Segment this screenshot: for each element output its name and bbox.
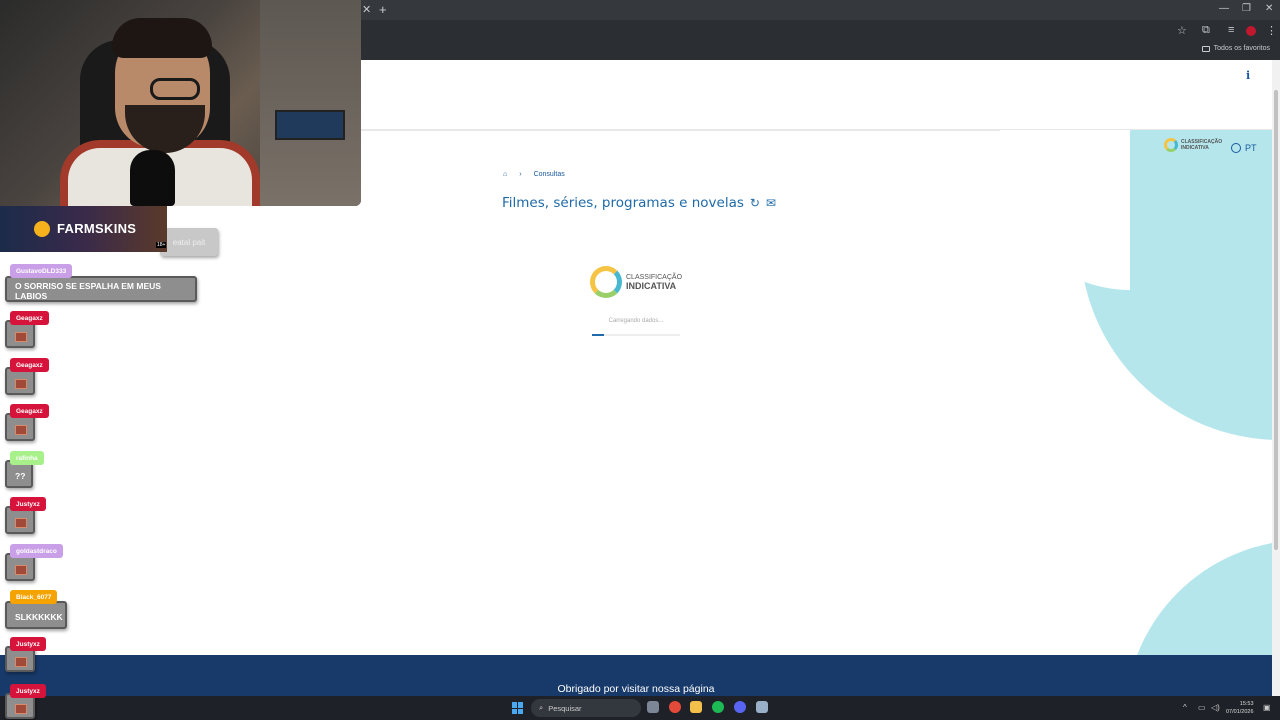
- folder-icon: [1201, 45, 1210, 52]
- emote-icon: [15, 518, 27, 528]
- emote-icon: [15, 379, 27, 389]
- emote-icon: [15, 332, 27, 342]
- chat-username: Geagaxz: [10, 311, 49, 325]
- chevron-right-icon: ›: [519, 171, 522, 178]
- webcam-overlay: [0, 0, 361, 206]
- chat-username: Justyxz: [10, 637, 46, 651]
- chat-message-text: ??: [15, 471, 26, 481]
- taskbar-search[interactable]: ⌕ Pesquisar: [531, 699, 641, 717]
- discord-icon[interactable]: [734, 701, 746, 713]
- chat-message: O SORRISO SE ESPALHA EM MEUS LABIOS: [5, 276, 197, 302]
- logo-small-text: CLASSIFICAÇÃO INDICATIVA: [1181, 139, 1223, 151]
- scrollbar-thumb[interactable]: [1274, 90, 1278, 550]
- task-view-icon[interactable]: [647, 701, 659, 713]
- profile-avatar[interactable]: [1246, 26, 1256, 36]
- page-title: Filmes, séries, programas e novelas: [502, 195, 744, 211]
- partial-chat-message: eatal pait: [160, 228, 218, 256]
- decorative-blob-cut: [1000, 130, 1130, 290]
- refresh-icon[interactable]: ↻: [750, 196, 760, 210]
- chat-message-text: O SORRISO SE ESPALHA EM MEUS LABIOS: [15, 281, 161, 301]
- windows-start-icon[interactable]: [512, 702, 524, 714]
- classificacao-logo-small[interactable]: CLASSIFICAÇÃO INDICATIVA: [1164, 138, 1222, 152]
- network-icon[interactable]: ▭: [1198, 703, 1206, 712]
- chat-message: SLKKKKKK: [5, 601, 67, 629]
- emote-icon: [15, 425, 27, 435]
- menu-icon[interactable]: ⋮: [1266, 24, 1277, 37]
- age-badge: 18+: [156, 242, 167, 248]
- page-footer: Obrigado por visitar nossa página: [0, 655, 1272, 696]
- logo-ring-icon: [1164, 138, 1178, 152]
- webcam-hair: [112, 18, 212, 58]
- taskbar-search-label: Pesquisar: [548, 703, 582, 713]
- loading-progress-bar: [592, 334, 680, 336]
- close-window-icon[interactable]: ✕: [1265, 3, 1273, 14]
- bookmark-star-icon[interactable]: ☆: [1177, 24, 1187, 37]
- notification-icon[interactable]: ▣: [1263, 703, 1271, 712]
- microphone-icon: [130, 150, 175, 206]
- tray-chevron-icon[interactable]: ^: [1183, 703, 1187, 712]
- footer-text: Obrigado por visitar nossa página: [557, 683, 715, 695]
- home-icon[interactable]: ⌂: [503, 171, 507, 178]
- progress-fill: [592, 334, 605, 336]
- all-bookmarks-folder[interactable]: Todos os favoritos: [1201, 45, 1270, 52]
- chat-username: Geagaxz: [10, 358, 49, 372]
- webcam-background: [260, 0, 361, 206]
- banner-text: FARMSKINS: [57, 221, 137, 236]
- logo-ring-icon: [590, 266, 622, 298]
- chat-username: Black_6077: [10, 590, 58, 604]
- breadcrumb: ⌂ › Consultas: [503, 171, 565, 178]
- info-icon[interactable]: i: [1246, 69, 1250, 82]
- chat-username: Justyxz: [10, 497, 46, 511]
- webcam-monitor: [275, 110, 345, 140]
- search-icon: ⌕: [539, 703, 544, 712]
- chat-message-text: SLKKKKKK: [15, 612, 63, 622]
- emote-icon: [15, 657, 27, 667]
- minimize-icon[interactable]: —: [1219, 3, 1229, 14]
- title-row: Filmes, séries, programas e novelas ↻ ✉: [502, 195, 776, 211]
- volume-icon[interactable]: ◁): [1211, 703, 1220, 712]
- file-explorer-icon[interactable]: [690, 701, 702, 713]
- extensions-icon[interactable]: ⧉: [1202, 24, 1210, 37]
- emote-icon: [15, 704, 27, 714]
- language-selector[interactable]: PT: [1231, 143, 1257, 153]
- globe-icon: [1231, 143, 1241, 153]
- emote-icon: [15, 565, 27, 575]
- loading-text: Carregando dados...: [608, 318, 664, 324]
- notepad-icon[interactable]: [756, 701, 768, 713]
- farmskins-logo-icon: [34, 221, 50, 237]
- clock-date: 07/01/2026: [1226, 709, 1254, 715]
- chrome-icon[interactable]: [669, 701, 681, 713]
- clock-time: 15:53: [1239, 701, 1254, 707]
- chat-username: rafinha: [10, 451, 44, 465]
- restore-icon[interactable]: ❐: [1242, 3, 1251, 14]
- logo-text: CLASSIFICAÇÃO INDICATIVA: [626, 273, 683, 291]
- chat-username: GustavoDLD333: [10, 264, 73, 278]
- chat-username: Justyxz: [10, 684, 46, 698]
- chat-username: Geagaxz: [10, 404, 49, 418]
- sponsor-banner: FARMSKINS 18+: [0, 206, 167, 252]
- taskbar-clock[interactable]: 15:53 07/01/2026: [1226, 700, 1254, 716]
- mail-icon[interactable]: ✉: [766, 196, 776, 210]
- new-tab-button[interactable]: +: [379, 2, 387, 17]
- media-icon[interactable]: ≡: [1228, 24, 1234, 36]
- chat-username: goldastdraco: [10, 544, 63, 558]
- close-tab-icon[interactable]: ✕: [362, 3, 371, 16]
- language-label: PT: [1245, 143, 1257, 153]
- loading-logo: CLASSIFICAÇÃO INDICATIVA: [590, 266, 682, 298]
- spotify-icon[interactable]: [712, 701, 724, 713]
- bookmark-folder-label: Todos os favoritos: [1213, 45, 1270, 52]
- breadcrumb-consultas[interactable]: Consultas: [534, 171, 565, 178]
- webcam-glasses: [150, 78, 200, 100]
